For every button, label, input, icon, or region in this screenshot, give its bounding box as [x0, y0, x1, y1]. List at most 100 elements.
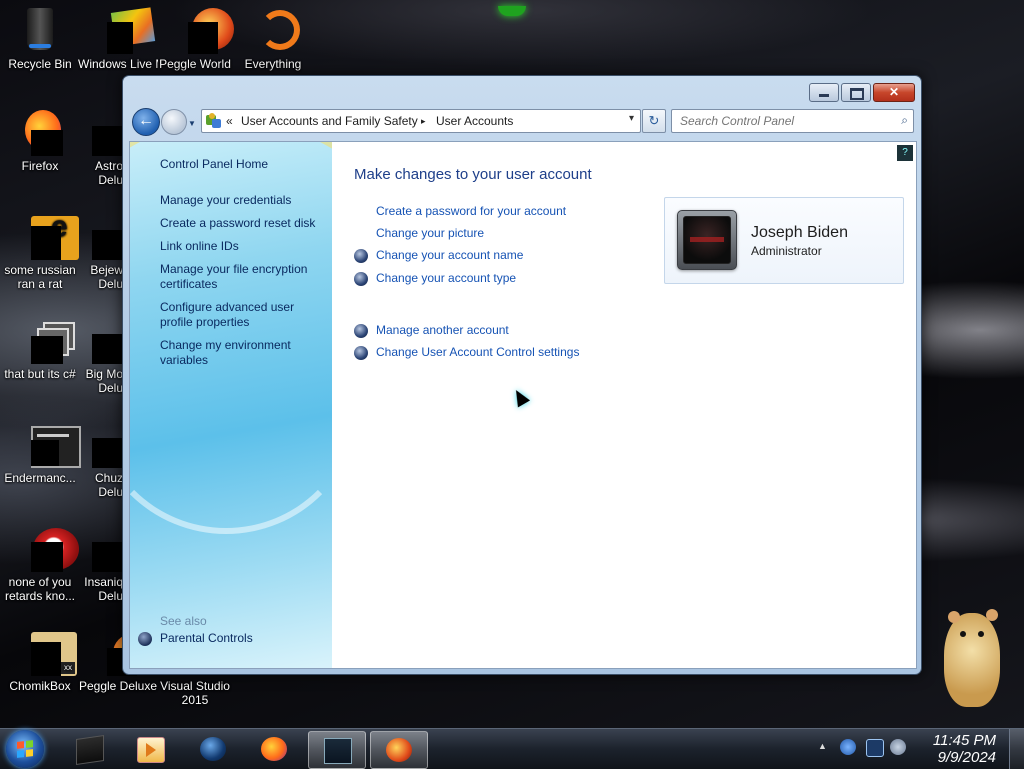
- taskbar-control-panel[interactable]: [308, 731, 366, 769]
- hamster-desktop-pet[interactable]: [930, 605, 1010, 710]
- maximize-button[interactable]: [841, 83, 871, 102]
- desktop-icon-chomikbox[interactable]: xx ChomikBox: [0, 630, 80, 693]
- start-button[interactable]: [6, 730, 44, 768]
- change-account-name-link[interactable]: Change your account name: [376, 248, 523, 262]
- wallpaper-logo: [498, 6, 526, 16]
- page-title: Make changes to your user account: [354, 166, 592, 183]
- link-online-ids-link[interactable]: Link online IDs: [160, 239, 325, 254]
- chomikbox-icon: xx: [17, 630, 77, 676]
- address-dropdown-icon[interactable]: ▾: [629, 113, 634, 124]
- manage-another-account-link[interactable]: Manage another account: [376, 323, 509, 337]
- breadcrumb-user-accounts-family-safety[interactable]: User Accounts and Family Safety: [241, 114, 418, 128]
- back-arrow-icon: ←: [138, 112, 154, 129]
- address-bar[interactable]: « User Accounts and Family Safety ▸ User…: [201, 109, 641, 133]
- avatar[interactable]: [677, 210, 737, 270]
- desktop-icon-peggle-world[interactable]: Peggle World: [155, 8, 235, 71]
- taskbar-peggle[interactable]: [370, 731, 428, 769]
- media-player-icon: [137, 737, 165, 763]
- globe-icon: [200, 737, 226, 761]
- change-picture-link[interactable]: Change your picture: [376, 226, 484, 240]
- manage-credentials-link[interactable]: Manage your credentials: [160, 193, 325, 208]
- firefox-icon: [17, 110, 63, 156]
- desktop-icon-windows-live[interactable]: Windows Live Ma: [78, 7, 158, 71]
- content-area: Control Panel Home Manage your credentia…: [129, 141, 917, 669]
- game-icon: [92, 318, 123, 364]
- recent-pages-dropdown[interactable]: ▼: [188, 119, 196, 128]
- network-icon[interactable]: [866, 739, 884, 757]
- console-app-icon: [17, 422, 81, 468]
- taskbar-explorer[interactable]: [61, 731, 117, 767]
- rat-app-icon: e: [17, 212, 79, 260]
- forward-button[interactable]: [161, 109, 187, 135]
- desktop-icon-astro[interactable]: Astro Delu: [78, 110, 123, 187]
- back-button[interactable]: ←: [132, 108, 160, 136]
- file-encryption-certificates-link[interactable]: Manage your file encryption certificates: [160, 262, 325, 292]
- uac-shield-icon: [354, 249, 368, 263]
- everything-search-icon: [250, 8, 300, 54]
- parental-controls-icon: [138, 632, 152, 646]
- taskbar: ▲ 11:45 PM 9/9/2024: [0, 728, 1024, 769]
- create-password-link[interactable]: Create a password for your account: [376, 204, 566, 218]
- close-icon: ✕: [888, 85, 900, 99]
- uac-settings-link[interactable]: Change User Account Control settings: [376, 345, 579, 359]
- show-hidden-icons-button[interactable]: ▲: [818, 741, 827, 751]
- user-account-card: Joseph Biden Administrator: [664, 197, 904, 284]
- help-icon[interactable]: ?: [897, 145, 913, 161]
- close-button[interactable]: ✕: [873, 83, 915, 102]
- user-name: Joseph Biden: [751, 224, 848, 241]
- firefox-icon: [261, 737, 287, 761]
- windows-stack-icon: [17, 318, 75, 364]
- desktop-icon-chuzzle[interactable]: Chuz Delu: [78, 422, 123, 499]
- taskbar-media-player[interactable]: [122, 731, 178, 767]
- password-reset-disk-link[interactable]: Create a password reset disk: [160, 216, 325, 231]
- search-icon[interactable]: ⌕: [901, 113, 908, 128]
- desktop-icon-that-but-its-csharp[interactable]: that but its c#: [0, 318, 80, 381]
- desktop-icon-firefox[interactable]: Firefox: [0, 110, 80, 173]
- uac-shield-icon: [354, 346, 368, 360]
- folder-icon: [76, 735, 104, 765]
- caption-buttons: ✕: [807, 83, 915, 102]
- taskbar-firefox[interactable]: [246, 731, 302, 767]
- control-panel-window: ✕ ← ▼ « User Accounts and Family Safety …: [122, 75, 922, 675]
- desktop-icon-everything[interactable]: Everything: [233, 8, 313, 71]
- user-role: Administrator: [751, 244, 822, 258]
- system-clock[interactable]: 11:45 PM 9/9/2024: [933, 732, 996, 766]
- game-icon: [92, 110, 123, 156]
- desktop-icon-recycle-bin[interactable]: Recycle Bin: [0, 8, 80, 71]
- uac-shield-icon: [354, 324, 368, 338]
- search-input[interactable]: [678, 113, 882, 129]
- windows-live-icon: [95, 7, 156, 54]
- desktop-icon-some-russian[interactable]: e some russian ran a rat: [0, 212, 80, 291]
- desktop-icon-endermanch[interactable]: Endermanc...: [0, 422, 81, 485]
- breadcrumb-separator-icon[interactable]: ▸: [421, 116, 426, 127]
- desktop-icon-bejeweled[interactable]: Bejew Delu: [78, 214, 123, 291]
- search-box[interactable]: ⌕: [671, 109, 914, 133]
- desktop-icon-none-of-you[interactable]: none of you retards kno...: [0, 526, 80, 603]
- minimize-button[interactable]: [809, 83, 839, 102]
- environment-variables-link[interactable]: Change my environment variables: [160, 338, 325, 368]
- red-swirl-icon: [17, 526, 79, 572]
- clock-date: 9/9/2024: [937, 749, 996, 766]
- breadcrumb-chevron[interactable]: «: [226, 114, 233, 128]
- change-account-type-link[interactable]: Change your account type: [376, 271, 516, 285]
- taskbar-globe-app[interactable]: [185, 731, 241, 767]
- refresh-button[interactable]: ↻: [642, 109, 666, 133]
- action-center-icon[interactable]: [840, 739, 856, 755]
- task-pane: Control Panel Home Manage your credentia…: [130, 142, 332, 668]
- recycle-bin-icon: [17, 8, 63, 54]
- peggle-icon: [386, 738, 412, 762]
- game-icon: [92, 214, 123, 260]
- clock-time: 11:45 PM: [932, 732, 996, 749]
- breadcrumb-user-accounts[interactable]: User Accounts: [436, 114, 513, 128]
- control-panel-home-link[interactable]: Control Panel Home: [160, 157, 325, 172]
- show-desktop-button[interactable]: [1009, 729, 1024, 769]
- volume-icon[interactable]: [890, 739, 906, 755]
- advanced-profile-properties-link[interactable]: Configure advanced user profile properti…: [160, 300, 325, 330]
- desktop-icon-big-money[interactable]: Big Mo Delu: [78, 318, 123, 395]
- control-panel-icon: [206, 113, 222, 128]
- windows-logo-icon: [17, 740, 33, 758]
- see-also-label: See also: [160, 614, 207, 628]
- desktop-icon-insaniquarium[interactable]: Insaniq Delu: [78, 526, 123, 603]
- parental-controls-link[interactable]: Parental Controls: [160, 631, 253, 645]
- refresh-icon: ↻: [648, 113, 660, 128]
